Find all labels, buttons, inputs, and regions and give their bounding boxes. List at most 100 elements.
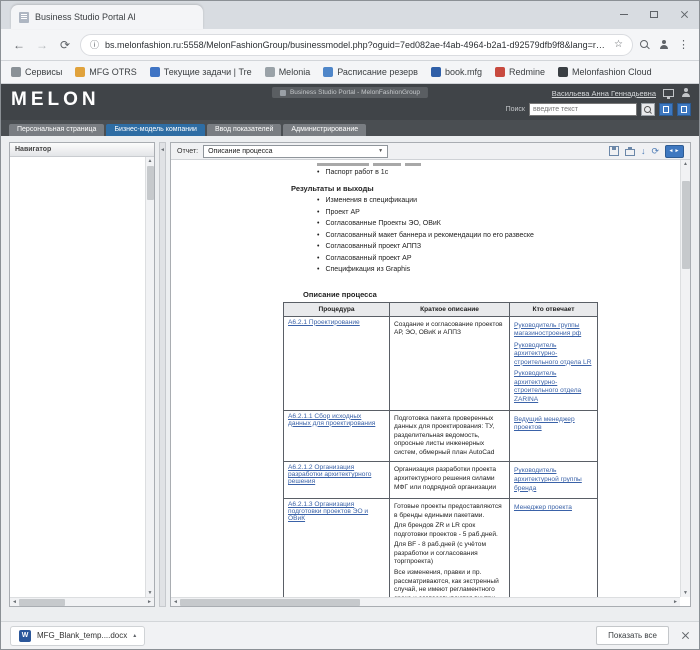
report-quick-button[interactable] bbox=[659, 103, 673, 116]
portal-search-row: Поиск bbox=[506, 103, 691, 116]
scroll-down-icon[interactable]: ▼ bbox=[683, 590, 688, 596]
description-cell: Подготовка пакета проверенных данных для… bbox=[390, 410, 510, 462]
browser-tab[interactable]: Business Studio Portal Al bbox=[11, 5, 203, 29]
responsible-link[interactable]: Ведущий менеджер проектов bbox=[514, 416, 593, 433]
table-heading: Описание процесса bbox=[303, 290, 680, 299]
content-vscrollbar[interactable]: ▲ ▼ bbox=[680, 160, 690, 597]
panel-splitter[interactable]: ◄ bbox=[159, 142, 166, 607]
forward-button[interactable]: → bbox=[34, 38, 50, 52]
bookmark-favicon-icon bbox=[11, 67, 21, 77]
description-cell: Готовые проекты предоставляются в бренды… bbox=[390, 499, 510, 597]
bullet-icon: • bbox=[317, 196, 319, 205]
bookmark-label: Melonia bbox=[279, 67, 311, 77]
save-icon[interactable] bbox=[609, 146, 619, 156]
table-row: А6.2.1 ПроектированиеСоздание и согласов… bbox=[284, 316, 598, 410]
scroll-left-icon[interactable]: ◄ bbox=[173, 599, 178, 605]
procedure-link[interactable]: А6.2.1.3 Организация подготовки проектов… bbox=[288, 501, 368, 522]
magnifier-icon bbox=[644, 106, 652, 114]
document-icon bbox=[663, 106, 669, 113]
scroll-thumb[interactable] bbox=[180, 599, 360, 606]
procedure-link[interactable]: А6.2.1.2 Организация разработки архитект… bbox=[288, 464, 371, 485]
show-all-downloads-button[interactable]: Показать все bbox=[596, 626, 669, 645]
bookmark-item[interactable]: book.mfg bbox=[431, 67, 482, 77]
profile-icon[interactable] bbox=[659, 40, 669, 50]
responsible-link[interactable]: Руководитель архитектурно-строительного … bbox=[514, 370, 593, 404]
scroll-thumb[interactable] bbox=[682, 181, 690, 269]
scroll-thumb[interactable] bbox=[19, 599, 65, 606]
download-item[interactable]: W MFG_Blank_temp....docx ▴ bbox=[10, 626, 145, 646]
list-item-text: Согласованный проект АППЗ bbox=[325, 242, 421, 251]
responsible-link[interactable]: Руководитель архитектурной группы бренда bbox=[514, 467, 593, 493]
minimize-button[interactable] bbox=[609, 1, 639, 27]
bookmark-label: book.mfg bbox=[445, 67, 482, 77]
navigator-hscrollbar[interactable]: ◄ ► bbox=[10, 597, 154, 606]
scroll-left-icon[interactable]: ◄ bbox=[12, 599, 17, 605]
print-icon[interactable] bbox=[625, 149, 635, 156]
scroll-right-icon[interactable]: ► bbox=[147, 599, 152, 605]
portal-tab-active[interactable]: Бизнес-модель компании bbox=[106, 124, 205, 136]
procedure-link[interactable]: А6.2.1.1 Сбор исходных данных для проект… bbox=[288, 413, 375, 427]
portal-tab-item[interactable]: Персональная страница bbox=[9, 124, 104, 136]
bookmark-item[interactable]: Расписание резерв bbox=[323, 67, 418, 77]
list-item: •Согласованный макет баннера и рекоменда… bbox=[317, 231, 680, 240]
scroll-up-icon[interactable]: ▲ bbox=[683, 161, 688, 167]
responsible-link[interactable]: Менеджер проекта bbox=[514, 504, 593, 513]
account-icon[interactable] bbox=[681, 88, 691, 98]
bookmark-favicon-icon bbox=[431, 67, 441, 77]
responsible-link[interactable]: Руководитель группы магазиностроения рф bbox=[514, 322, 593, 339]
close-button[interactable] bbox=[669, 1, 699, 27]
scroll-down-icon[interactable]: ▼ bbox=[148, 590, 153, 596]
page-info-icon[interactable]: ⓘ bbox=[90, 38, 99, 51]
navigator-vscrollbar[interactable]: ▲ ▼ bbox=[145, 157, 154, 597]
bookmark-label: MFG OTRS bbox=[89, 67, 137, 77]
list-item-text: Изменения в спецификации bbox=[325, 196, 417, 205]
melon-logo[interactable]: MELON bbox=[11, 89, 100, 111]
url-input[interactable]: ⓘ bs.melonfashion.ru:5558/MelonFashionGr… bbox=[80, 34, 633, 56]
search-go-button[interactable] bbox=[641, 103, 655, 116]
diagram-quick-button[interactable] bbox=[677, 103, 691, 116]
reload-button[interactable]: ⟳ bbox=[57, 38, 73, 52]
minimize-icon bbox=[620, 14, 628, 15]
portal-nav-tabs: Персональная страницаБизнес-модель компа… bbox=[1, 120, 699, 136]
responsible-cell: Менеджер проекта bbox=[510, 499, 598, 597]
maximize-button[interactable] bbox=[639, 1, 669, 27]
content-hscrollbar[interactable]: ◄ ► bbox=[171, 597, 680, 606]
report-toolbar: Отчет: Описание процесса ▼ ↓ ⟳ ◄► bbox=[171, 143, 690, 160]
navigator-body[interactable]: ▲ ▼ bbox=[10, 157, 154, 597]
bullet-icon: • bbox=[317, 242, 319, 251]
tab-title: Business Studio Portal Al bbox=[35, 12, 136, 22]
refresh-icon[interactable]: ⟳ bbox=[651, 146, 659, 156]
menu-icon[interactable]: ⋮ bbox=[678, 38, 689, 51]
description-paragraph: Все изменения, правки и пр. рассматриваю… bbox=[394, 569, 505, 597]
portal-tab-item[interactable]: Администрирование bbox=[283, 124, 366, 136]
panel-toggle-button[interactable]: ◄► bbox=[665, 145, 684, 158]
scroll-up-icon[interactable]: ▲ bbox=[148, 158, 153, 164]
bookmark-item[interactable]: Текущие задачи | Tre bbox=[150, 67, 252, 77]
scroll-thumb[interactable] bbox=[147, 166, 154, 200]
search-icon[interactable] bbox=[640, 40, 650, 50]
report-select[interactable]: Описание процесса ▼ bbox=[203, 145, 388, 158]
scroll-right-icon[interactable]: ► bbox=[673, 599, 678, 605]
word-file-icon: W bbox=[19, 630, 31, 642]
close-download-bar-icon[interactable] bbox=[681, 631, 690, 640]
back-button[interactable]: ← bbox=[11, 38, 27, 52]
bullet-icon: • bbox=[317, 219, 319, 228]
export-icon[interactable]: ↓ bbox=[641, 146, 646, 156]
bookmark-item[interactable]: Redmine bbox=[495, 67, 545, 77]
responsible-link[interactable]: Руководитель архитектурно-строительного … bbox=[514, 342, 593, 368]
procedure-link[interactable]: А6.2.1 Проектирование bbox=[288, 319, 360, 326]
procedure-cell: А6.2.1 Проектирование bbox=[284, 316, 390, 410]
procedure-cell: А6.2.1.2 Организация разработки архитект… bbox=[284, 462, 390, 499]
user-name-link[interactable]: Васильева Анна Геннадьевна bbox=[552, 89, 656, 98]
bookmark-item[interactable]: Сервисы bbox=[11, 67, 62, 77]
download-menu-icon[interactable]: ▴ bbox=[133, 632, 136, 639]
monitor-icon[interactable] bbox=[663, 89, 674, 97]
portal-search-input[interactable] bbox=[529, 103, 637, 116]
bookmark-item[interactable]: MFG OTRS bbox=[75, 67, 137, 77]
bookmark-item[interactable]: Melonia bbox=[265, 67, 311, 77]
portal-tab-item[interactable]: Ввод показателей bbox=[207, 124, 281, 136]
bookmark-item[interactable]: Melonfashion Cloud bbox=[558, 67, 652, 77]
bookmark-star-icon[interactable]: ☆ bbox=[614, 39, 623, 50]
description-paragraph: Организация разработки проекта архитекту… bbox=[394, 466, 505, 492]
table-header-cell: Кто отвечает bbox=[510, 302, 598, 316]
